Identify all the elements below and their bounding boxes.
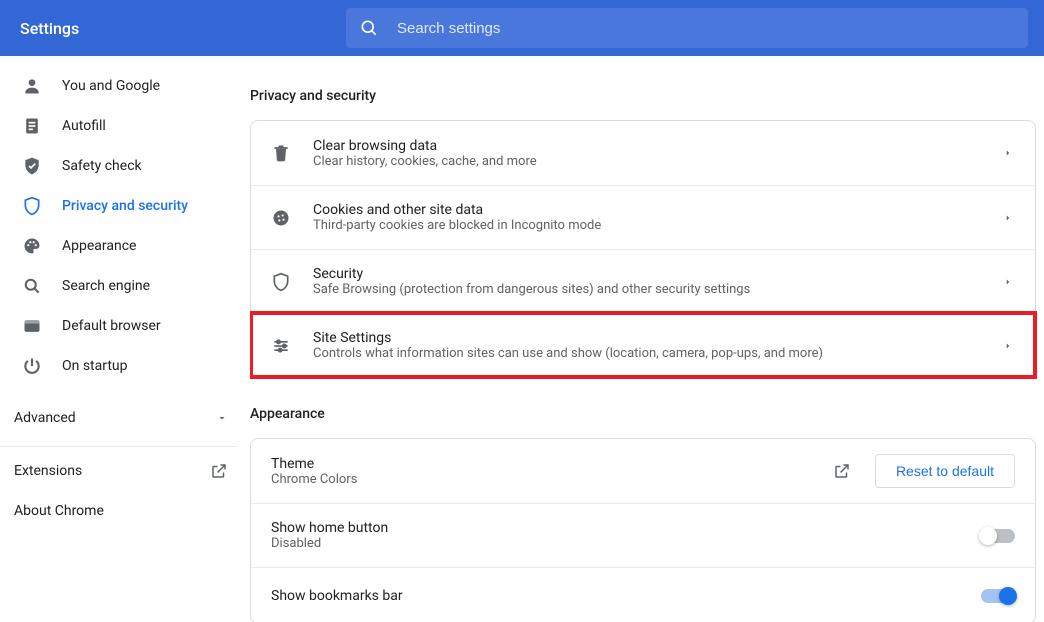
sidebar-item-extensions[interactable]: Extensions <box>0 451 250 491</box>
row-clear-browsing-data[interactable]: Clear browsing data Clear history, cooki… <box>251 121 1035 185</box>
row-theme[interactable]: Theme Chrome Colors Reset to default <box>251 439 1035 503</box>
row-title: Security <box>313 266 1001 282</box>
row-title: Show bookmarks bar <box>271 588 981 604</box>
sidebar-item-you-and-google[interactable]: You and Google <box>0 66 250 106</box>
palette-icon <box>22 236 42 256</box>
sidebar-item-label: Safety check <box>62 158 142 174</box>
sidebar-advanced-label: Advanced <box>14 410 76 426</box>
person-icon <box>22 76 42 96</box>
chevron-right-icon <box>1001 148 1015 158</box>
section-title-appearance: Appearance <box>250 406 1036 422</box>
sidebar-item-label: On startup <box>62 358 128 374</box>
toggle-bookmarks-bar[interactable] <box>981 589 1015 603</box>
toggle-home-button[interactable] <box>981 529 1015 543</box>
sidebar-item-search-engine[interactable]: Search engine <box>0 266 250 306</box>
row-title: Site Settings <box>313 330 1001 346</box>
sidebar-item-label: Autofill <box>62 118 106 134</box>
sidebar-item-label: Extensions <box>14 463 82 479</box>
row-text: Cookies and other site data Third-party … <box>313 202 1001 233</box>
browser-icon <box>22 316 42 336</box>
sidebar-item-appearance[interactable]: Appearance <box>0 226 250 266</box>
row-subtitle: Controls what information sites can use … <box>313 346 1001 361</box>
row-text: Show bookmarks bar <box>271 588 981 604</box>
shield-outline-icon <box>271 272 291 292</box>
row-show-bookmarks-bar[interactable]: Show bookmarks bar <box>251 567 1035 622</box>
row-text: Theme Chrome Colors <box>271 456 833 487</box>
row-security[interactable]: Security Safe Browsing (protection from … <box>251 249 1035 313</box>
row-title: Cookies and other site data <box>313 202 1001 218</box>
sidebar-item-label: Privacy and security <box>62 198 188 214</box>
sidebar-divider <box>0 446 238 447</box>
row-site-settings[interactable]: Site Settings Controls what information … <box>251 313 1035 377</box>
sidebar-item-label: You and Google <box>62 78 160 94</box>
row-text: Security Safe Browsing (protection from … <box>313 266 1001 297</box>
row-subtitle: Disabled <box>271 536 981 551</box>
row-text: Site Settings Controls what information … <box>313 330 1001 361</box>
row-show-home-button[interactable]: Show home button Disabled <box>251 503 1035 567</box>
open-in-new-icon <box>210 462 228 480</box>
sidebar-advanced[interactable]: Advanced <box>0 394 250 442</box>
shield-icon <box>22 196 42 216</box>
sidebar-item-safety-check[interactable]: Safety check <box>0 146 250 186</box>
sidebar-item-default-browser[interactable]: Default browser <box>0 306 250 346</box>
assignment-icon <box>22 116 42 136</box>
search-icon <box>22 276 42 296</box>
trash-icon <box>271 143 291 163</box>
search-box[interactable] <box>346 8 1028 48</box>
tune-icon <box>271 336 291 356</box>
sidebar-item-on-startup[interactable]: On startup <box>0 346 250 386</box>
appearance-card: Theme Chrome Colors Reset to default Sho… <box>250 438 1036 622</box>
shield-check-icon <box>22 156 42 176</box>
row-subtitle: Clear history, cookies, cache, and more <box>313 154 1001 169</box>
row-cookies[interactable]: Cookies and other site data Third-party … <box>251 185 1035 249</box>
row-subtitle: Safe Browsing (protection from dangerous… <box>313 282 1001 297</box>
chevron-right-icon <box>1001 213 1015 223</box>
sidebar-item-label: Default browser <box>62 318 161 334</box>
app-header: Settings <box>0 0 1044 56</box>
row-text: Show home button Disabled <box>271 520 981 551</box>
chevron-down-icon <box>216 412 228 424</box>
section-title-privacy: Privacy and security <box>250 88 1036 104</box>
search-icon <box>359 18 379 38</box>
search-input[interactable] <box>397 20 1015 37</box>
open-in-new-icon <box>833 462 851 480</box>
power-icon <box>22 356 42 376</box>
cookie-icon <box>271 208 291 228</box>
privacy-card: Clear browsing data Clear history, cooki… <box>250 120 1036 378</box>
chevron-right-icon <box>1001 341 1015 351</box>
sidebar-item-privacy-security[interactable]: Privacy and security <box>0 186 250 226</box>
row-subtitle: Chrome Colors <box>271 472 833 487</box>
content-area: Privacy and security Clear browsing data… <box>250 56 1044 622</box>
sidebar-item-autofill[interactable]: Autofill <box>0 106 250 146</box>
row-title: Show home button <box>271 520 981 536</box>
page-title: Settings <box>20 19 346 38</box>
sidebar: You and Google Autofill Safety check Pri… <box>0 56 250 622</box>
row-subtitle: Third-party cookies are blocked in Incog… <box>313 218 1001 233</box>
sidebar-item-label: Search engine <box>62 278 150 294</box>
row-title: Clear browsing data <box>313 138 1001 154</box>
sidebar-item-label: Appearance <box>62 238 136 254</box>
sidebar-item-about-chrome[interactable]: About Chrome <box>0 491 250 531</box>
row-text: Clear browsing data Clear history, cooki… <box>313 138 1001 169</box>
reset-to-default-button[interactable]: Reset to default <box>875 454 1015 488</box>
chevron-right-icon <box>1001 277 1015 287</box>
row-title: Theme <box>271 456 833 472</box>
body: You and Google Autofill Safety check Pri… <box>0 56 1044 622</box>
sidebar-item-label: About Chrome <box>14 503 104 519</box>
